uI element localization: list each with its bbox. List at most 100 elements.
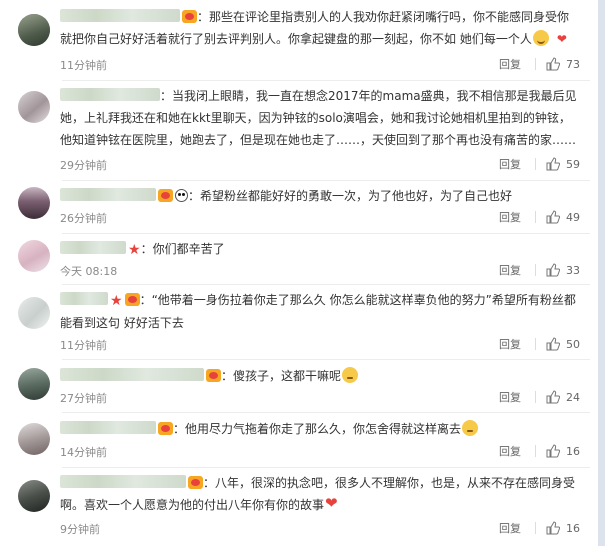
comment-item: ★ ：“他带着一身伤拉着你走了那么久 你怎么能就这样辜负他的努力”希望所有粉丝都能…	[0, 285, 598, 359]
reply-button[interactable]: 回复	[499, 389, 521, 405]
thumbs-up-icon[interactable]	[546, 521, 560, 535]
username[interactable]	[60, 88, 160, 101]
like-count: 49	[566, 210, 580, 224]
comment-actions: 回复 73	[499, 56, 580, 72]
smile-emoji-icon	[532, 30, 549, 46]
comment-item: ：当我闭上眼睛，我一直在想念2017年的mama盛典，我不相信那是我最后见她，上…	[0, 81, 598, 180]
divider	[535, 211, 536, 223]
vip-badge-icon	[158, 189, 173, 202]
comment-actions: 回复 16	[499, 443, 580, 459]
username[interactable]	[60, 292, 108, 305]
reply-button[interactable]: 回复	[499, 520, 521, 536]
like-count: 16	[566, 444, 580, 458]
thumbs-up-icon[interactable]	[546, 210, 560, 224]
reply-button[interactable]: 回复	[499, 156, 521, 172]
avatar[interactable]	[18, 297, 50, 329]
vip-badge-icon	[124, 293, 140, 306]
thumbs-up-icon[interactable]	[546, 157, 560, 171]
comment-item: ：希望粉丝都能好好的勇敢一次，为了他也好，为了自己也好 26分钟前 回复 49	[0, 181, 598, 233]
divider	[535, 158, 536, 170]
avatar[interactable]	[18, 14, 50, 46]
avatar[interactable]	[18, 368, 50, 400]
vip-badge-icon	[188, 476, 203, 489]
comment-item: ：八年，很深的执念吧，很多人不理解你，也是，从来不存在感同身受啊。喜欢一个人愿意…	[0, 468, 598, 546]
thumbs-up-icon[interactable]	[546, 390, 560, 404]
thumbs-up-icon[interactable]	[546, 337, 560, 351]
comment-time: 29分钟前	[60, 159, 107, 172]
comment-item: ★：你们都辛苦了 今天 08:18 回复 33	[0, 234, 598, 284]
reply-button[interactable]: 回复	[499, 443, 521, 459]
comment-time: 今天 08:18	[60, 265, 118, 278]
username[interactable]	[60, 9, 180, 22]
relieved-emoji-icon	[462, 420, 479, 436]
comment-text-block: ：傻孩子，这都干嘛呢	[60, 365, 580, 387]
comment-item: ：傻孩子，这都干嘛呢 27分钟前 回复 24	[0, 360, 598, 412]
comment-actions: 回复 49	[499, 209, 580, 225]
comment-actions: 回复 24	[499, 389, 580, 405]
avatar[interactable]	[18, 423, 50, 455]
avatar[interactable]	[18, 187, 50, 219]
comment-text-block: ★ ：“他带着一身伤拉着你走了那么久 你怎么能就这样辜负他的努力”希望所有粉丝都能…	[60, 292, 576, 330]
comment-item: ：他用尽力气拖着你走了那么久，你怎舍得就这样离去 14分钟前 回复 16	[0, 413, 598, 467]
reply-button[interactable]: 回复	[499, 209, 521, 225]
star-badge-icon: ★	[110, 293, 123, 309]
username[interactable]	[60, 188, 156, 201]
comment-text: 希望粉丝都能好好的勇敢一次，为了他也好，为了自己也好	[200, 189, 513, 203]
heart-emoji-icon	[325, 495, 341, 512]
divider	[535, 264, 536, 276]
heart-mark: ❤	[556, 32, 567, 46]
like-count: 59	[566, 157, 580, 171]
username[interactable]	[60, 241, 126, 254]
vip-badge-icon	[182, 10, 197, 23]
comment-time: 11分钟前	[60, 59, 107, 72]
divider	[535, 338, 536, 350]
comment-text-block: ：希望粉丝都能好好的勇敢一次，为了他也好，为了自己也好	[60, 185, 580, 207]
comment-text: 他用尽力气拖着你走了那么久，你怎舍得就这样离去	[185, 422, 462, 436]
comment-time: 27分钟前	[60, 392, 107, 405]
like-count: 24	[566, 390, 580, 404]
comment-actions: 回复 16	[499, 520, 580, 536]
thumbs-up-icon[interactable]	[546, 263, 560, 277]
like-count: 73	[566, 57, 580, 71]
reply-button[interactable]: 回复	[499, 56, 521, 72]
username[interactable]	[60, 475, 186, 488]
like-count: 33	[566, 263, 580, 277]
comment-text-block: ：他用尽力气拖着你走了那么久，你怎舍得就这样离去	[60, 418, 580, 440]
avatar[interactable]	[18, 91, 50, 123]
avatar[interactable]	[18, 240, 50, 272]
comment-text-block: ：那些在评论里指责别人的人我劝你赶紧闭嘴行吗，你不能感同身受你就把你自己好好活着…	[60, 9, 570, 46]
like-count: 50	[566, 337, 580, 351]
comment-list: ：那些在评论里指责别人的人我劝你赶紧闭嘴行吗，你不能感同身受你就把你自己好好活着…	[0, 0, 598, 546]
reply-button[interactable]: 回复	[499, 336, 521, 352]
comment-actions: 回复 59	[499, 156, 580, 172]
comment-text-block: ：当我闭上眼睛，我一直在想念2017年的mama盛典，我不相信那是我最后见她，上…	[60, 88, 577, 147]
comment-text: 傻孩子，这都干嘛呢	[233, 369, 342, 383]
divider	[535, 391, 536, 403]
comment-text-block: ★：你们都辛苦了	[60, 238, 580, 261]
divider	[535, 58, 536, 70]
comment-text: 你们都辛苦了	[152, 242, 225, 256]
username[interactable]	[60, 421, 156, 434]
divider	[535, 445, 536, 457]
relieved-emoji-icon	[342, 367, 359, 383]
scrollbar-track[interactable]	[598, 0, 605, 546]
divider	[535, 522, 536, 534]
comment-actions: 回复 33	[499, 262, 580, 278]
vip-badge-icon	[158, 422, 173, 435]
avatar[interactable]	[18, 480, 50, 512]
comment-time: 9分钟前	[60, 523, 100, 536]
panda-badge-icon	[175, 189, 188, 202]
comment-time: 26分钟前	[60, 212, 107, 225]
star-badge-icon: ★	[128, 242, 141, 258]
comment-time: 11分钟前	[60, 339, 107, 352]
vip-badge-icon	[206, 369, 221, 382]
thumbs-up-icon[interactable]	[546, 57, 560, 71]
comment-actions: 回复 50	[499, 336, 580, 352]
username[interactable]	[60, 368, 204, 381]
reply-button[interactable]: 回复	[499, 262, 521, 278]
comment-text-block: ：八年，很深的执念吧，很多人不理解你，也是，从来不存在感同身受啊。喜欢一个人愿意…	[60, 472, 580, 516]
comment-time: 14分钟前	[60, 446, 107, 459]
thumbs-up-icon[interactable]	[546, 444, 560, 458]
like-count: 16	[566, 521, 580, 535]
comment-item: ：那些在评论里指责别人的人我劝你赶紧闭嘴行吗，你不能感同身受你就把你自己好好活着…	[0, 0, 598, 80]
